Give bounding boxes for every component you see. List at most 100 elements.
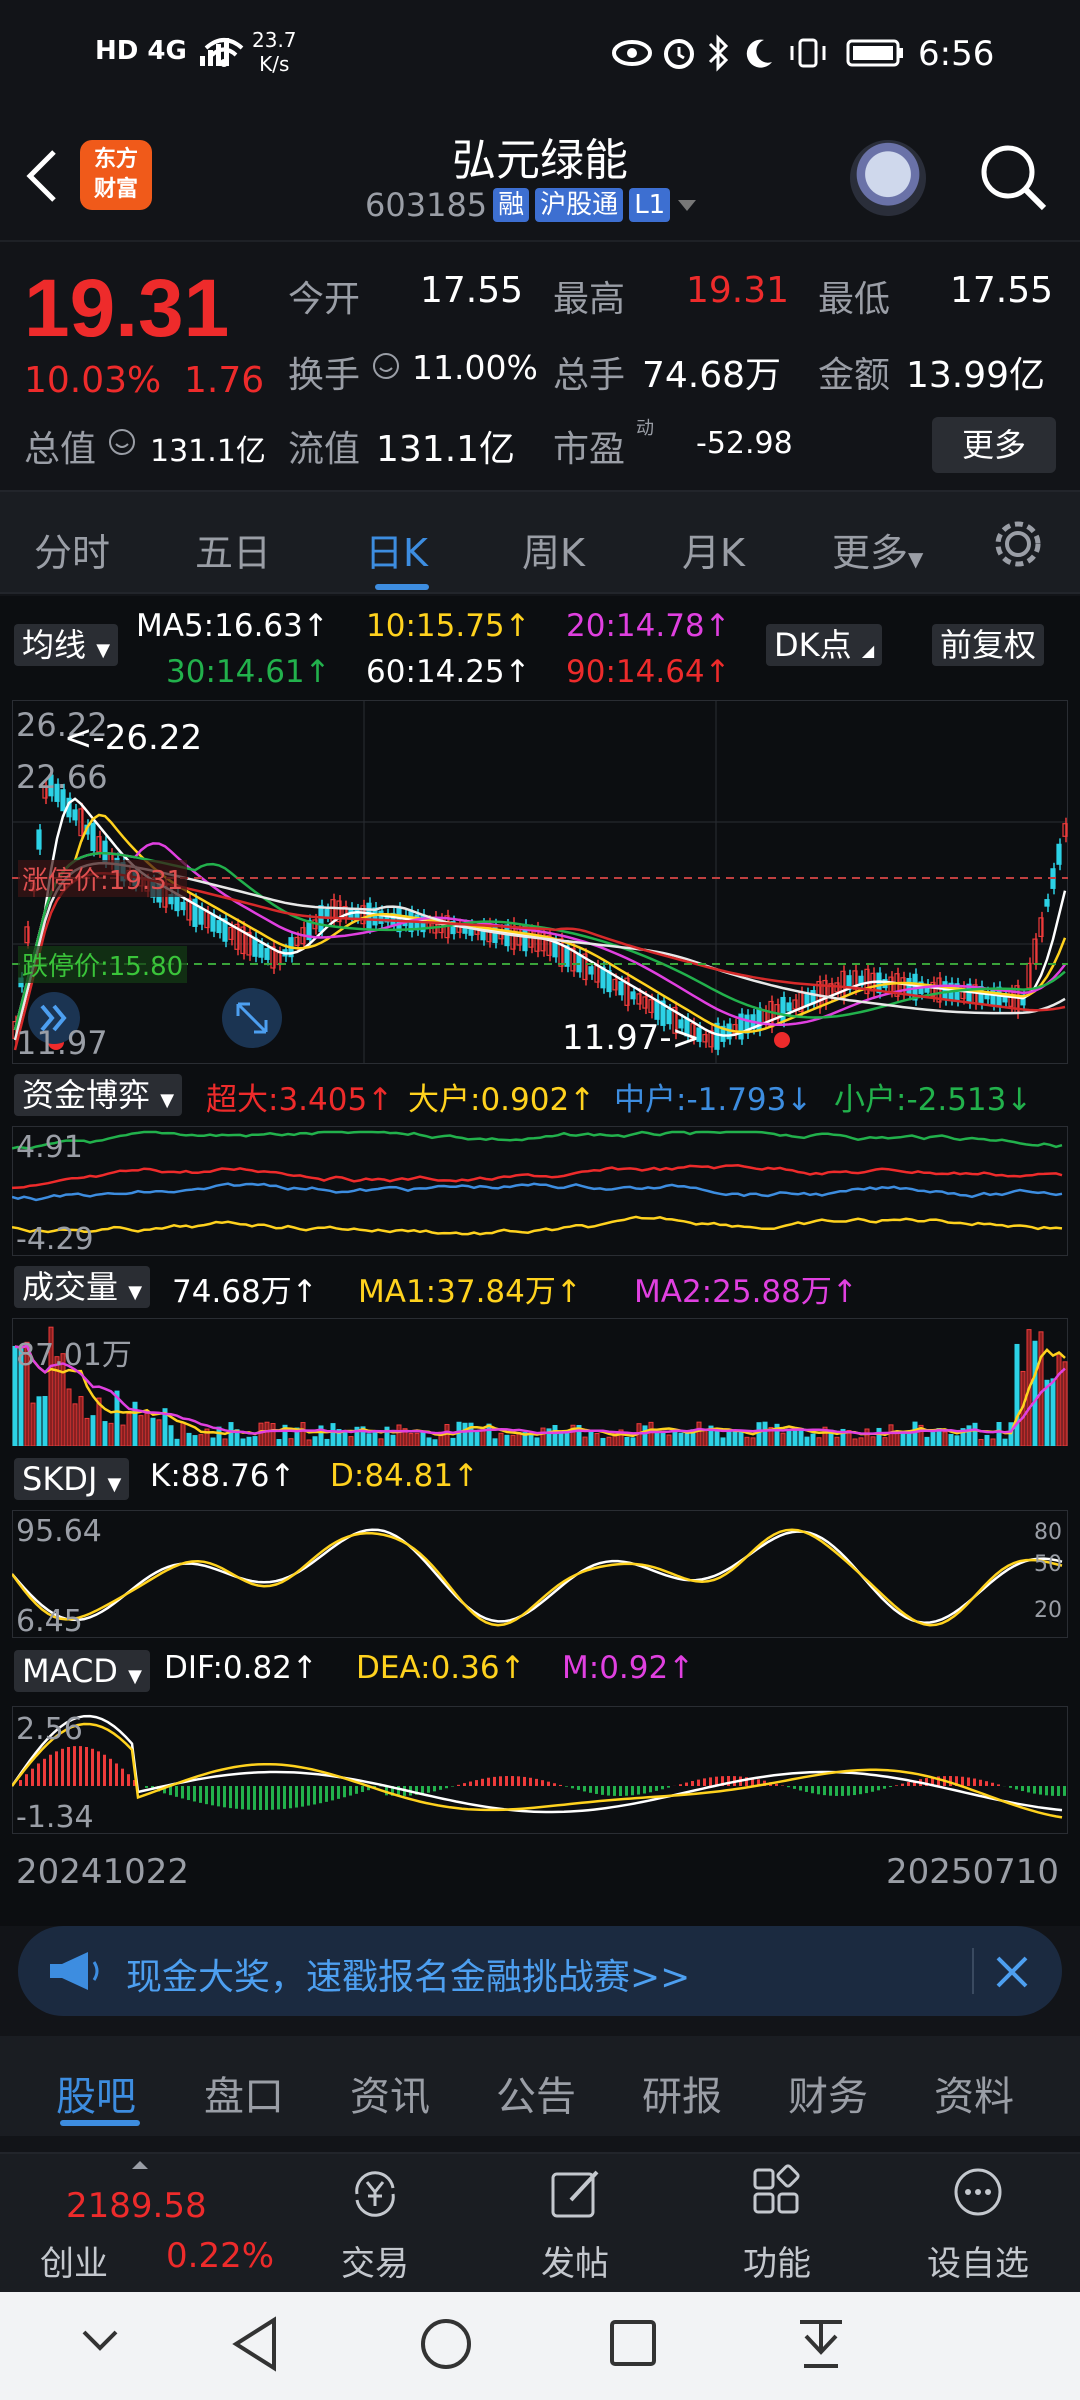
skdj-selector[interactable]: SKDJ ▼ (14, 1458, 130, 1500)
dropdown-triangle-icon: ▼ (908, 547, 924, 571)
close-icon[interactable] (990, 1950, 1034, 1998)
macd-dea-legend: DEA:0.36↑ (356, 1650, 526, 1686)
content-tabs: 股吧 盘口 资讯 公告 研报 财务 资料 (0, 2036, 1080, 2136)
volume-bar (762, 1421, 768, 1446)
ma-selector[interactable]: 均线 ▼ (14, 624, 119, 666)
fund-small-legend: 小户:-2.513↓ (834, 1082, 1033, 1118)
search-icon[interactable] (978, 142, 1048, 216)
tab-research[interactable]: 研报 (642, 2064, 722, 2122)
volume-selector[interactable]: 成交量 ▼ (14, 1266, 151, 1308)
volume-bar (192, 1435, 198, 1446)
macd-bar (1039, 1786, 1042, 1795)
macd-bar (313, 1786, 316, 1805)
macd-bar (637, 1786, 640, 1795)
volume-bar (414, 1432, 420, 1446)
volume-bar (930, 1430, 936, 1446)
volume-bar (594, 1432, 600, 1446)
tab-guba[interactable]: 股吧 (56, 2064, 136, 2122)
volume-bar (912, 1421, 918, 1446)
tab-intraday[interactable]: 分时 (34, 522, 110, 577)
trade-button[interactable]: 交易 (315, 2164, 435, 2285)
high-label: 最高 (553, 279, 626, 320)
post-button[interactable]: 发帖 (515, 2164, 635, 2285)
tab-monthly-k[interactable]: 月K (682, 522, 745, 577)
volume-ma2-legend: MA2:25.88万↑ (634, 1274, 858, 1310)
volume-bar (288, 1438, 294, 1446)
volume-bar (1014, 1343, 1020, 1446)
volume-bar (228, 1422, 234, 1446)
quote-panel: 19.31 10.03% 1.76 今开 17.55 最高 19.31 最低 1… (0, 240, 1080, 490)
volume-bar (966, 1425, 972, 1446)
macd-bar (577, 1786, 580, 1790)
tab-daily-k[interactable]: 日K (365, 522, 428, 577)
stock-code: 603185 (365, 186, 488, 224)
tab-weekly-k[interactable]: 周K (522, 522, 585, 577)
macd-bar (1009, 1786, 1012, 1788)
gear-icon[interactable] (990, 516, 1046, 576)
margin-tag: 融 (493, 188, 530, 222)
macd-bar (811, 1786, 814, 1794)
volume-bar (396, 1424, 402, 1446)
megaphone-icon (44, 1948, 104, 1998)
volume-bar (732, 1429, 738, 1446)
tab-more[interactable]: 更多▼ (832, 522, 923, 577)
tab-announcements[interactable]: 公告 (496, 2064, 576, 2122)
promo-banner[interactable]: 现金大奖，速戳报名金融挑战赛>> (18, 1926, 1062, 2016)
assistant-robot-icon[interactable] (850, 140, 926, 216)
macd-bar (361, 1786, 364, 1793)
tab-news[interactable]: 资讯 (350, 2064, 430, 2122)
macd-bar (1033, 1786, 1036, 1794)
add-watchlist-button[interactable]: 设自选 (918, 2164, 1038, 2285)
volume-bar (804, 1436, 810, 1446)
info-smile-icon[interactable] (108, 428, 136, 460)
macd-bar (619, 1786, 622, 1796)
index-value[interactable]: 2189.58 (66, 2186, 207, 2226)
index-name[interactable]: 创业 (40, 2236, 108, 2285)
candle (1044, 899, 1050, 907)
tab-profile[interactable]: 资料 (934, 2064, 1014, 2122)
volume-bar (552, 1425, 558, 1446)
macd-bar (985, 1781, 988, 1786)
home-circle-icon[interactable] (418, 2316, 474, 2372)
volume-bar (144, 1412, 150, 1446)
dk-point-button[interactable]: DK点 ◢ (766, 624, 883, 666)
more-button[interactable]: 更多 (932, 417, 1056, 473)
macd-bar (889, 1786, 892, 1788)
macd-panel[interactable] (12, 1706, 1068, 1834)
dropdown-triangle-icon[interactable] (676, 197, 698, 213)
tab-finance[interactable]: 财务 (788, 2064, 868, 2122)
macd-bar (1027, 1786, 1030, 1793)
macd-bar (127, 1774, 130, 1786)
candle (36, 829, 42, 850)
volume-bar (240, 1438, 246, 1446)
back-triangle-icon[interactable] (230, 2316, 280, 2372)
fund-flow-panel[interactable] (12, 1126, 1068, 1256)
open-label: 今开 (288, 279, 361, 320)
turnover-value: 11.00% (412, 348, 538, 387)
volume-bar (462, 1422, 468, 1446)
dropdown-triangle-icon: ▼ (128, 1282, 143, 1303)
recents-square-icon[interactable] (608, 2318, 658, 2368)
candle (174, 894, 180, 912)
volume-panel[interactable] (12, 1318, 1068, 1446)
macd-bar (961, 1776, 964, 1786)
tab-pankou[interactable]: 盘口 (204, 2064, 284, 2122)
fund-flow-selector[interactable]: 资金博弈 ▼ (14, 1074, 183, 1116)
notification-pull-icon[interactable] (796, 2316, 846, 2372)
volume-bar (654, 1431, 660, 1446)
volume-max-label: 87.01万 (16, 1338, 132, 1373)
ma20-legend: 20:14.78↑ (566, 608, 731, 644)
info-smile-icon[interactable] (372, 352, 400, 384)
skdj-panel[interactable] (12, 1510, 1068, 1638)
tab-five-day[interactable]: 五日 (195, 522, 271, 577)
functions-button[interactable]: 功能 (717, 2164, 837, 2285)
volume-bar (798, 1427, 804, 1446)
volume-bar (102, 1421, 108, 1446)
volume-bar (72, 1403, 78, 1446)
volume-bar (876, 1427, 882, 1446)
volume-bar (324, 1438, 330, 1446)
chevron-down-icon[interactable] (80, 2326, 120, 2356)
adjust-button[interactable]: 前复权 (932, 624, 1045, 666)
macd-selector[interactable]: MACD ▼ (14, 1650, 150, 1692)
macd-bar (337, 1786, 340, 1799)
